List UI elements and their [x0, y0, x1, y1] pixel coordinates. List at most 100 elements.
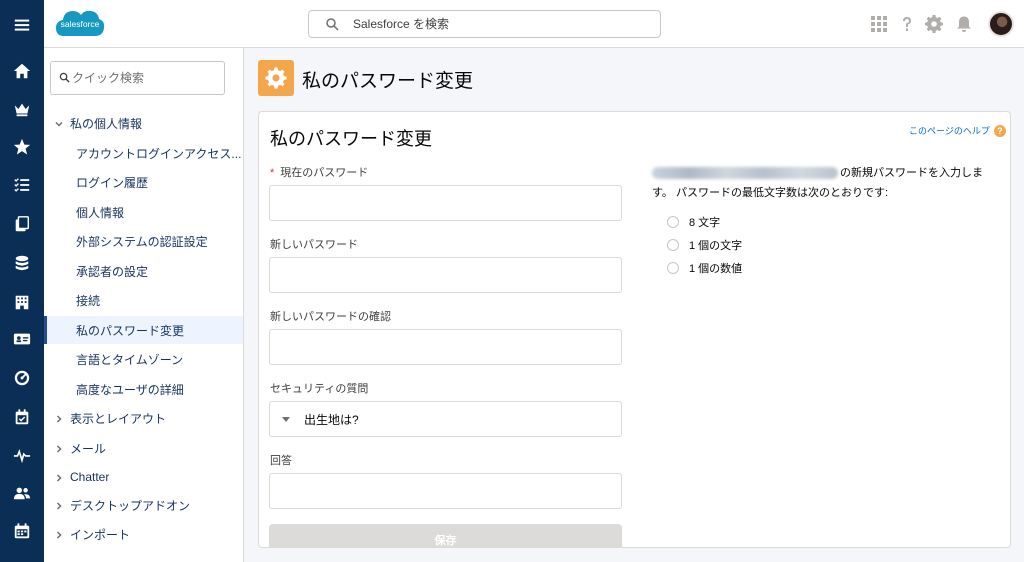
quick-find[interactable] — [50, 61, 225, 95]
rule-item: 8 文字 — [667, 214, 720, 230]
sidebar-group-email[interactable]: メール — [44, 434, 243, 462]
records-icon[interactable] — [0, 244, 44, 282]
chevron-right-icon — [54, 443, 64, 453]
sidebar-item-login-history[interactable]: ログイン履歴 — [44, 168, 243, 196]
sidebar-item-label: アカウントログインアクセス... — [76, 146, 242, 161]
sidebar-item-label: 私のパスワード変更 — [76, 323, 185, 338]
password-requirements-text: の新規パスワードを入力しま す。 パスワードの最低文字数は次のとおりです: — [652, 163, 992, 203]
pulse-icon[interactable] — [0, 436, 44, 474]
current-password-input[interactable] — [269, 185, 622, 221]
caret-down-icon — [282, 416, 290, 422]
info-line-2: す。 パスワードの最低文字数は次のとおりです: — [652, 187, 889, 199]
page-title: 私のパスワード変更 — [302, 71, 474, 92]
sidebar-item-account-login-access[interactable]: アカウントログインアクセス... — [44, 139, 243, 167]
global-search[interactable] — [308, 10, 661, 38]
app-launcher-icon[interactable] — [868, 13, 890, 35]
sidebar-group-label: 表示とレイアウト — [70, 411, 167, 426]
chevron-right-icon — [54, 529, 64, 539]
change-password-card: 私のパスワード変更 このページのヘルプ ? * 現在のパスワード 新しいパスワード… — [258, 111, 1011, 548]
answer-label: 回答 — [270, 455, 292, 467]
quick-find-input[interactable] — [72, 70, 217, 86]
sidebar-item-approver-settings[interactable]: 承認者の設定 — [44, 257, 243, 285]
home-icon[interactable] — [0, 52, 44, 90]
contact-card-icon[interactable] — [0, 320, 44, 358]
security-question-label: セキュリティの質問 — [270, 383, 369, 395]
requirement-circle-icon — [667, 262, 679, 274]
help-link-label: このページのヘルプ — [909, 126, 990, 136]
building-icon[interactable] — [0, 283, 44, 321]
section-label: 私の個人情報 — [70, 116, 143, 131]
rule-label: 8 文字 — [689, 217, 721, 229]
menu-icon[interactable] — [0, 6, 44, 44]
sidebar-item-label: 高度なユーザの詳細 — [76, 382, 184, 397]
required-asterisk: * — [270, 167, 275, 179]
crown-icon[interactable] — [0, 90, 44, 128]
new-password-label: 新しいパスワード — [270, 239, 358, 251]
files-icon[interactable] — [0, 205, 44, 243]
current-password-label-text: 現在のパスワード — [280, 167, 369, 179]
new-password-input[interactable] — [269, 257, 622, 293]
requirement-circle-icon — [667, 216, 679, 228]
security-question-select[interactable]: 出生地は? — [269, 401, 622, 437]
rule-label: 1 個の文字 — [689, 240, 743, 252]
checklist-icon[interactable] — [0, 166, 44, 204]
chevron-right-icon — [54, 413, 64, 423]
sidebar-item-label: 接続 — [76, 293, 101, 308]
sidebar-group-desktop-addons[interactable]: デスクトップアドオン — [44, 491, 243, 519]
info-line-1: の新規パスワードを入力しま — [840, 167, 983, 179]
rule-label: 1 個の数値 — [689, 263, 743, 275]
sidebar-item-label: ログイン履歴 — [76, 175, 149, 190]
svg-text:salesforce: salesforce — [61, 19, 100, 29]
settings-sidebar: 私の個人情報 アカウントログインアクセス... ログイン履歴 個人情報 外部シス… — [44, 48, 244, 562]
sidebar-item-label: 外部システムの認証設定 — [76, 234, 208, 249]
save-button[interactable]: 保存 — [269, 524, 622, 547]
sidebar-group-label: インポート — [70, 527, 131, 542]
help-circle-icon: ? — [993, 124, 1006, 137]
current-password-label: * 現在のパスワード — [270, 164, 368, 180]
sidebar-item-label: 個人情報 — [76, 205, 125, 220]
sidebar-group-label: Chatter — [70, 470, 110, 484]
section-personal-info[interactable]: 私の個人情報 — [44, 109, 243, 137]
help-for-page-link[interactable]: このページのヘルプ ? — [909, 124, 1006, 137]
rule-item: 1 個の数値 — [667, 260, 742, 276]
sidebar-item-advanced-user-details[interactable]: 高度なユーザの詳細 — [44, 375, 243, 403]
global-header: salesforce — [44, 0, 1024, 48]
calendar-check-icon[interactable] — [0, 398, 44, 436]
people-icon[interactable] — [0, 474, 44, 512]
star-icon[interactable] — [0, 128, 44, 166]
sidebar-group-label: メール — [70, 441, 107, 456]
sidebar-item-change-password[interactable]: 私のパスワード変更 — [44, 316, 243, 344]
settings-gear-icon — [258, 60, 294, 96]
sidebar-item-label: 承認者の設定 — [76, 264, 149, 279]
requirement-circle-icon — [667, 239, 679, 251]
sidebar-group-import[interactable]: インポート — [44, 520, 243, 548]
search-icon — [326, 18, 339, 31]
dashboard-icon[interactable] — [0, 359, 44, 397]
sidebar-item-language-timezone[interactable]: 言語とタイムゾーン — [44, 345, 243, 373]
help-icon[interactable] — [896, 13, 918, 35]
sidebar-item-connections[interactable]: 接続 — [44, 286, 243, 314]
answer-input[interactable] — [269, 473, 622, 509]
rule-item: 1 個の文字 — [667, 237, 742, 253]
salesforce-logo[interactable]: salesforce — [54, 6, 106, 42]
global-nav-rail — [0, 0, 44, 562]
search-input[interactable] — [353, 15, 643, 33]
chevron-right-icon — [54, 472, 64, 482]
gear-icon[interactable] — [923, 13, 945, 35]
sidebar-item-personal-info[interactable]: 個人情報 — [44, 198, 243, 226]
notifications-bell-icon[interactable] — [953, 13, 975, 35]
sidebar-group-label: デスクトップアドオン — [70, 498, 191, 513]
security-question-value: 出生地は? — [304, 412, 359, 427]
card-title: 私のパスワード変更 — [270, 129, 432, 149]
user-avatar[interactable] — [988, 11, 1014, 37]
sidebar-item-label: 言語とタイムゾーン — [76, 352, 184, 367]
confirm-password-input[interactable] — [269, 329, 622, 365]
calendar-icon[interactable] — [0, 512, 44, 550]
search-icon — [59, 72, 70, 83]
confirm-password-label: 新しいパスワードの確認 — [270, 311, 391, 323]
redacted-username — [652, 167, 838, 180]
sidebar-group-display-layout[interactable]: 表示とレイアウト — [44, 404, 243, 432]
sidebar-item-external-auth[interactable]: 外部システムの認証設定 — [44, 227, 243, 255]
chevron-down-icon — [54, 118, 64, 128]
sidebar-group-chatter[interactable]: Chatter — [44, 463, 243, 491]
